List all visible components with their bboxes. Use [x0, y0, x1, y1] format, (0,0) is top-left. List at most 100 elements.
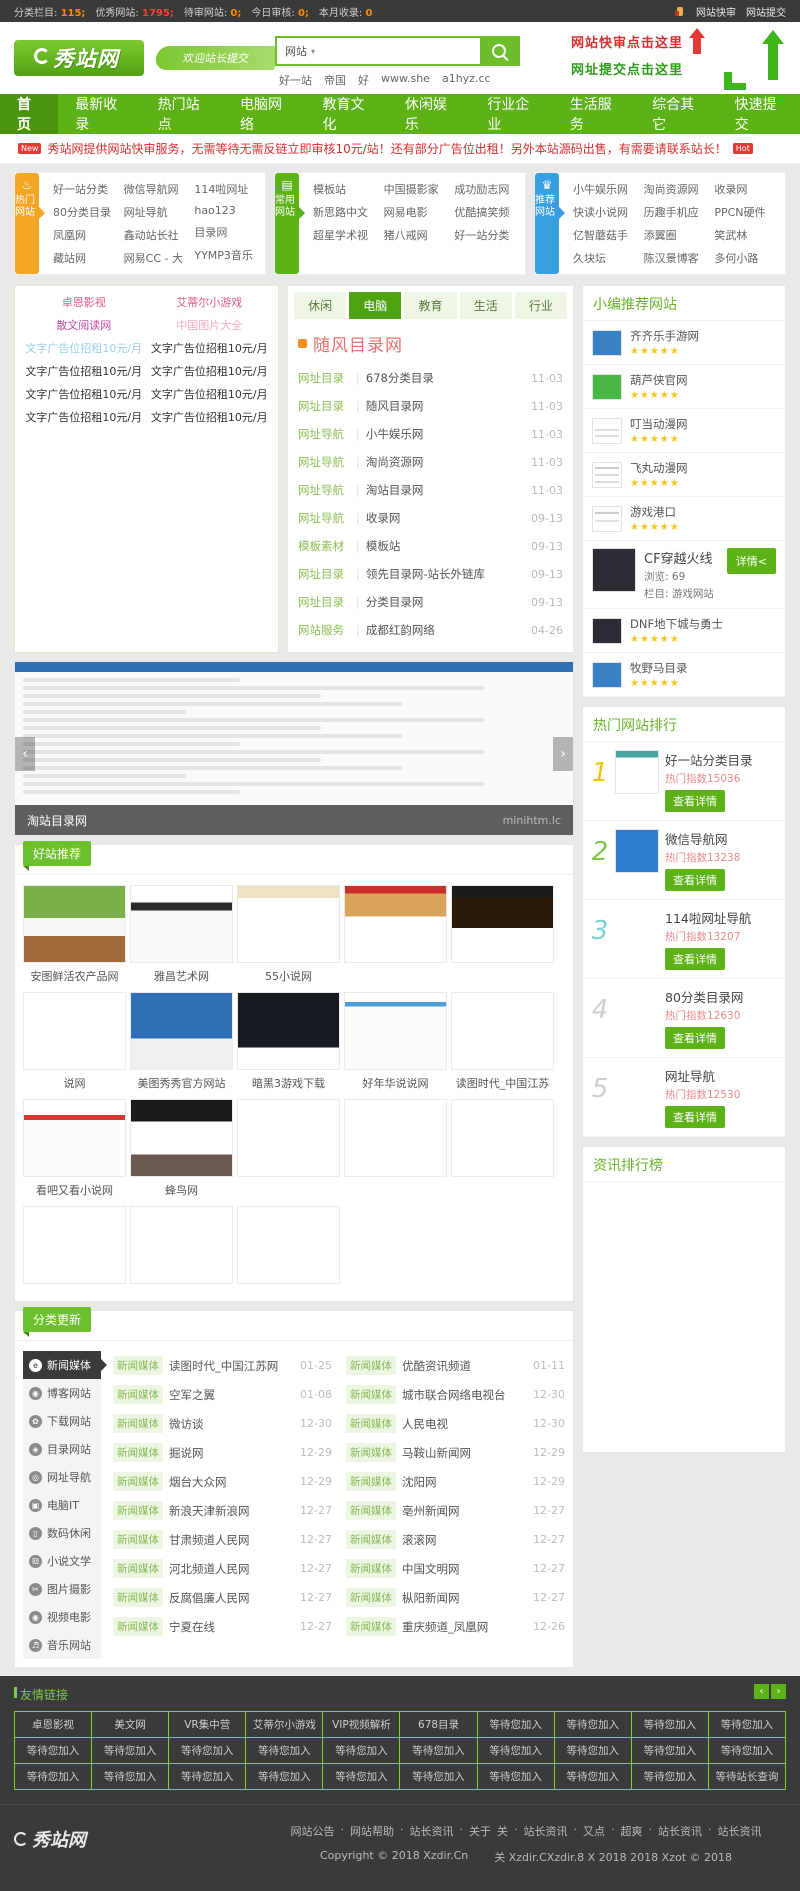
ad-link[interactable]: 文字广告位招租10元/月: [25, 386, 142, 402]
site-card[interactable]: 看吧又看小说网: [23, 1099, 126, 1198]
list-item[interactable]: 网址目录 | 领先目录网-站长外链库 09-13: [298, 560, 563, 588]
quicklink-item[interactable]: 好一站分类: [53, 181, 124, 197]
site-card[interactable]: 雅昌艺术网: [130, 885, 233, 984]
ad-link[interactable]: 艾蒂尔小游戏: [176, 294, 242, 310]
quicklink-item[interactable]: 鑫动站长社: [124, 227, 195, 243]
quicklink-tab-recommend[interactable]: ♛ 推荐网站: [535, 173, 565, 274]
hotword-4[interactable]: a1hyz.cc: [442, 72, 491, 88]
quicklink-item[interactable]: hao123: [194, 204, 265, 217]
friendlink-cell[interactable]: VIP视频解析: [323, 1712, 401, 1738]
list-item[interactable]: 网址目录 | 678分类目录 11-03: [298, 364, 563, 392]
quicklink-item[interactable]: 微信导航网: [124, 181, 195, 197]
friendlink-cell[interactable]: 等待您加入: [92, 1764, 170, 1790]
site-card[interactable]: [237, 1206, 340, 1289]
site-card[interactable]: 说网: [23, 992, 126, 1091]
friendlink-cell[interactable]: 等待您加入: [554, 1764, 632, 1790]
cat-row[interactable]: 新闻媒体 读图时代_中国江苏网 01-25: [113, 1351, 332, 1380]
nav-item-submit[interactable]: 快速提交: [718, 94, 800, 134]
rank-detail-button[interactable]: 查看详情: [665, 790, 725, 812]
quicklink-item[interactable]: 网易CC - 大: [124, 250, 195, 266]
cat-row[interactable]: 新闻媒体 优酷资讯频道 01-11: [346, 1351, 565, 1380]
friendlink-cell[interactable]: 等待您加入: [400, 1738, 478, 1764]
cat-row[interactable]: 新闻媒体 中国文明网 12-27: [346, 1554, 565, 1583]
slider-next-button[interactable]: ›: [553, 737, 573, 771]
rank-detail-button[interactable]: 查看详情: [665, 1027, 725, 1049]
footer-link-chaoshuang[interactable]: 超爽: [621, 1823, 643, 1839]
list-item[interactable]: 网址目录 | 分类目录网 09-13: [298, 588, 563, 616]
quicklink-item[interactable]: 历趣手机应: [644, 204, 715, 220]
nav-item-home[interactable]: 首页: [0, 94, 59, 134]
cat-sidebar-item-it[interactable]: ▣ 电脑IT: [23, 1491, 101, 1519]
quicklink-item[interactable]: 114啦网址: [194, 181, 265, 197]
quicklink-item[interactable]: 成功励志网: [454, 181, 525, 197]
quicklink-item[interactable]: 80分类目录: [53, 204, 124, 220]
site-card[interactable]: 55小说网: [237, 885, 340, 984]
cat-row[interactable]: 新闻媒体 马鞍山新闻网 12-29: [346, 1438, 565, 1467]
top-link-quick-review[interactable]: 网站快审: [696, 4, 736, 19]
footer-logo[interactable]: 秀站网: [14, 1823, 134, 1855]
cat-row[interactable]: 新闻媒体 河北频道人民网 12-27: [113, 1554, 332, 1583]
quicklink-item[interactable]: 小牛娱乐网: [573, 181, 644, 197]
quicklink-item[interactable]: YYMP3音乐: [194, 247, 265, 263]
footer-link-guan[interactable]: 关: [497, 1823, 508, 1839]
rank-item[interactable]: 5 网址导航 热门指数12530 查看详情: [583, 1058, 785, 1137]
friendlink-cell[interactable]: 等待您加入: [169, 1738, 247, 1764]
quicklink-item[interactable]: 好一站分类: [454, 227, 525, 243]
friendlink-cell[interactable]: 等待您加入: [92, 1738, 170, 1764]
site-card[interactable]: [237, 1099, 340, 1198]
quicklink-item[interactable]: PPCN硬件: [714, 204, 785, 220]
rank-item[interactable]: 4 80分类目录网 热门指数12630 查看详情: [583, 979, 785, 1058]
site-card[interactable]: [344, 1099, 447, 1198]
quicklink-item[interactable]: 淘尚资源网: [644, 181, 715, 197]
quicklink-item[interactable]: 目录网: [194, 224, 265, 240]
hotword-3[interactable]: www.she: [381, 72, 430, 88]
friendlink-cell[interactable]: 等待您加入: [246, 1764, 324, 1790]
ad-link[interactable]: 文字广告位招租10元/月: [151, 363, 268, 379]
top-link-submit-site[interactable]: 网站提交: [746, 4, 786, 19]
cat-row[interactable]: 新闻媒体 甘肃频道人民网 12-27: [113, 1525, 332, 1554]
promo-banner[interactable]: 网站快审点击这里 网址提交点击这里: [571, 28, 786, 90]
nav-item-hot[interactable]: 热门站点: [141, 94, 223, 134]
cat-row[interactable]: 新闻媒体 人民电视 12-30: [346, 1409, 565, 1438]
rank-item[interactable]: 1 好一站分类目录 热门指数15036 查看详情: [583, 742, 785, 821]
featured-brand[interactable]: 随风目录网: [288, 319, 573, 364]
site-logo[interactable]: 秀站网: [14, 40, 144, 76]
recommend-item[interactable]: 齐齐乐手游网 ★★★★★: [583, 321, 785, 365]
hotword-0[interactable]: 好一站: [279, 72, 312, 88]
quicklink-item[interactable]: 猪八戒网: [384, 227, 455, 243]
quicklink-item[interactable]: 陈汉景博客: [644, 250, 715, 266]
list-item[interactable]: 网址导航 | 小牛娱乐网 11-03: [298, 420, 563, 448]
friendlink-cell[interactable]: 等待您加入: [631, 1738, 709, 1764]
quicklink-item[interactable]: 添翼圈: [644, 227, 715, 243]
cat-sidebar-item-news[interactable]: e 新闻媒体: [23, 1351, 107, 1379]
footer-link-webmaster-4[interactable]: 站长资讯: [718, 1823, 762, 1839]
ad-link[interactable]: 文字广告位招租10元/月: [25, 363, 142, 379]
quicklink-item[interactable]: 收录网: [714, 181, 785, 197]
cat-sidebar-item-novel[interactable]: ₪ 小说文学: [23, 1547, 101, 1575]
nav-item-entertainment[interactable]: 休闲娱乐: [388, 94, 470, 134]
list-item[interactable]: 模板素材 | 模板站 09-13: [298, 532, 563, 560]
cat-row[interactable]: 新闻媒体 城市联合网络电视台 12-30: [346, 1380, 565, 1409]
friendlink-cell[interactable]: 等待您加入: [15, 1738, 93, 1764]
cat-row[interactable]: 新闻媒体 烟台大众网 12-29: [113, 1467, 332, 1496]
quicklink-item[interactable]: 亿智蘑菇手: [573, 227, 644, 243]
nav-item-computer[interactable]: 电脑网络: [223, 94, 305, 134]
cat-sidebar-item-music[interactable]: ♬ 音乐网站: [23, 1631, 101, 1659]
cat-row[interactable]: 新闻媒体 亳州新闻网 12-27: [346, 1496, 565, 1525]
friendlink-cell[interactable]: 等待您加入: [15, 1764, 93, 1790]
quicklink-item[interactable]: 多何小路: [714, 250, 785, 266]
screenshot-slider[interactable]: ‹ › 淘站目录网 minihtm.lc: [14, 661, 574, 836]
friendlink-cell[interactable]: 等待您加入: [400, 1764, 478, 1790]
friendlink-cell[interactable]: 等待您加入: [631, 1712, 709, 1738]
friendlink-cell[interactable]: 等待您加入: [477, 1738, 555, 1764]
quicklink-item[interactable]: 新思路中文: [313, 204, 384, 220]
list-item[interactable]: 网址导航 | 淘站目录网 11-03: [298, 476, 563, 504]
cat-sidebar-item-directory[interactable]: ◈ 目录网站: [23, 1435, 101, 1463]
nav-item-industry[interactable]: 行业企业: [470, 94, 552, 134]
friendlink-cell[interactable]: 等待您加入: [169, 1764, 247, 1790]
cat-row[interactable]: 新闻媒体 宁夏在线 12-27: [113, 1612, 332, 1641]
friendlink-cell[interactable]: 678目录: [400, 1712, 478, 1738]
recommend-item[interactable]: 游戏港口 ★★★★★: [583, 497, 785, 541]
cat-row[interactable]: 新闻媒体 重庆频道_凤凰网 12-26: [346, 1612, 565, 1641]
site-card[interactable]: 蜂鸟网: [130, 1099, 233, 1198]
